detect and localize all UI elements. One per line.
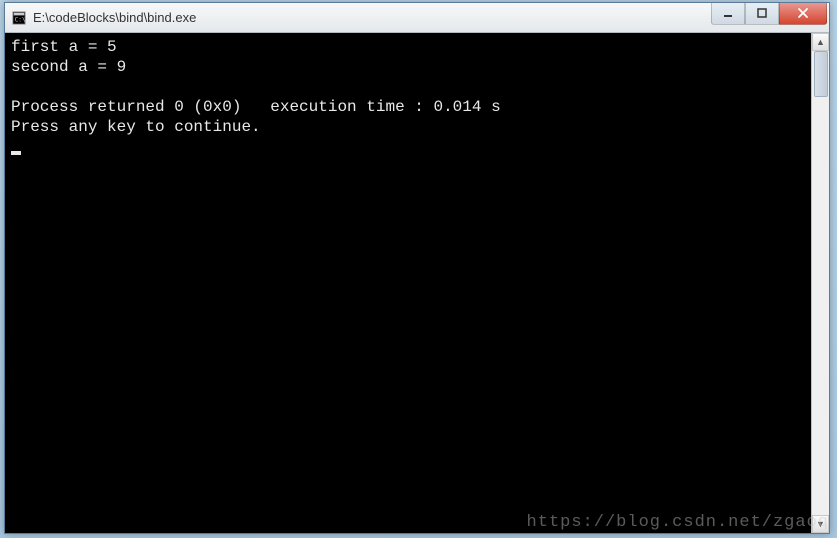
console-output[interactable]: first a = 5 second a = 9 Process returne… [5, 33, 811, 533]
close-icon [796, 6, 810, 20]
minimize-icon [722, 7, 734, 19]
app-icon: C:\ [11, 10, 27, 26]
svg-text:C:\: C:\ [15, 16, 26, 23]
console-body: first a = 5 second a = 9 Process returne… [5, 33, 829, 533]
vertical-scrollbar[interactable]: ▲ ▼ [811, 33, 829, 533]
console-window: C:\ E:\codeBlocks\bind\bind.exe fir [4, 2, 830, 534]
scroll-down-arrow-icon[interactable]: ▼ [812, 515, 829, 533]
console-line: Process returned 0 (0x0) execution time … [11, 98, 501, 116]
cursor [11, 151, 21, 155]
minimize-button[interactable] [711, 3, 745, 25]
titlebar[interactable]: C:\ E:\codeBlocks\bind\bind.exe [5, 3, 829, 33]
window-controls [711, 7, 827, 29]
window-title: E:\codeBlocks\bind\bind.exe [33, 10, 711, 25]
scroll-up-arrow-icon[interactable]: ▲ [812, 33, 829, 51]
console-line: second a = 9 [11, 58, 126, 76]
maximize-icon [756, 7, 768, 19]
close-button[interactable] [779, 3, 827, 25]
scroll-thumb[interactable] [814, 51, 828, 97]
console-line: Press any key to continue. [11, 118, 261, 136]
console-line: first a = 5 [11, 38, 117, 56]
maximize-button[interactable] [745, 3, 779, 25]
